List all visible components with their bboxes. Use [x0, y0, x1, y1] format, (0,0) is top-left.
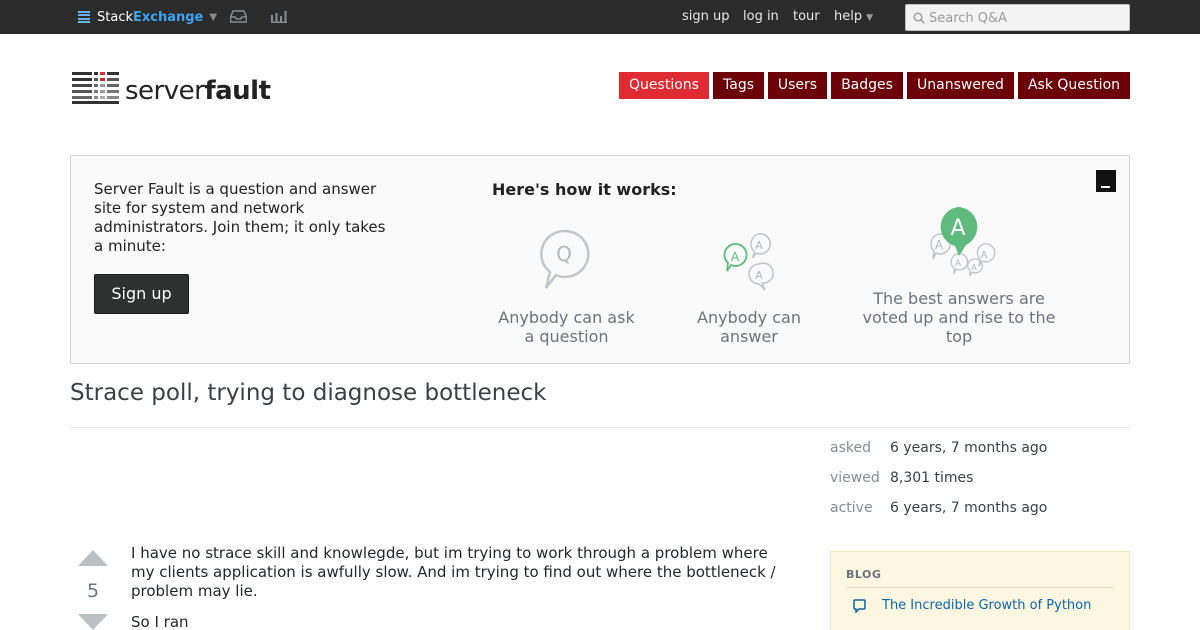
step-ask-caption: Anybody can ask a question — [498, 308, 635, 346]
question-letter: Q — [556, 242, 572, 266]
achievements-icon[interactable] — [271, 10, 287, 23]
search-box — [905, 4, 1130, 31]
voted-up-icon: A A A A A — [930, 207, 996, 277]
blog-divider — [846, 587, 1114, 588]
serverfault-logo-icon — [72, 72, 119, 104]
nav-unanswered[interactable]: Unanswered — [907, 72, 1014, 99]
nav-questions[interactable]: Questions — [619, 72, 709, 99]
chevron-down-icon: ▼ — [866, 13, 874, 23]
svg-text:A: A — [935, 238, 944, 252]
logo-bold-text: fault — [204, 76, 271, 106]
viewed-value: 8,301 times — [890, 470, 974, 486]
asked-value: 6 years, 7 months ago — [890, 440, 1048, 456]
nav-badges[interactable]: Badges — [831, 72, 903, 99]
help-menu[interactable]: help ▼ — [834, 9, 873, 24]
question-body: I have no strace skill and knowlegde, bu… — [131, 544, 791, 630]
answer-bubbles-icon: A A A — [723, 233, 774, 291]
active-label: active — [830, 500, 873, 516]
svg-text:A: A — [731, 250, 740, 264]
question-title[interactable]: Strace poll, trying to diagnose bottlene… — [70, 380, 546, 406]
welcome-box: Server Fault is a question and answer si… — [70, 155, 1130, 364]
blog-link[interactable]: The Incredible Growth of Python — [882, 598, 1091, 613]
nav-users[interactable]: Users — [768, 72, 827, 99]
svg-text:A: A — [755, 269, 763, 282]
svg-text:A: A — [981, 250, 988, 261]
title-divider — [70, 427, 1130, 428]
search-icon — [913, 12, 925, 24]
viewed-label: viewed — [830, 470, 880, 486]
logo-exchange-text: Exchange — [133, 9, 204, 25]
ask-question-icon: Q — [540, 229, 590, 289]
vote-down-icon[interactable] — [78, 614, 108, 630]
signup-link[interactable]: sign up — [682, 9, 730, 24]
serverfault-logo[interactable]: serverfault — [72, 70, 271, 104]
blog-post-icon — [853, 599, 866, 613]
active-value[interactable]: 6 years, 7 months ago — [890, 500, 1047, 516]
vote-up-icon[interactable] — [78, 550, 108, 566]
svg-text:A: A — [755, 239, 763, 252]
nav-ask-question[interactable]: Ask Question — [1018, 72, 1130, 99]
logo-wordmark: serverfault — [125, 78, 271, 104]
logo-stack-text: Stack — [97, 9, 133, 25]
welcome-text: Server Fault is a question and answer si… — [94, 180, 386, 255]
blog-heading: BLOG — [846, 568, 882, 581]
step-voted-caption: The best answers are voted up and rise t… — [862, 289, 1056, 346]
stackexchange-icon — [78, 11, 90, 23]
search-input[interactable] — [929, 9, 1124, 27]
svg-text:A: A — [950, 216, 965, 241]
svg-text:A: A — [971, 263, 977, 272]
svg-text:A: A — [955, 259, 962, 269]
blog-sidebar: BLOG The Incredible Growth of Python — [830, 551, 1130, 630]
signup-button[interactable]: Sign up — [94, 274, 189, 314]
question-paragraph: So I ran — [131, 613, 189, 630]
top-bar: Stack Exchange ▼ sign up log in tour help… — [0, 0, 1200, 34]
chevron-down-icon: ▼ — [209, 11, 218, 23]
asked-label: asked — [830, 440, 871, 456]
close-icon[interactable] — [1096, 170, 1116, 192]
step-answer-caption: Anybody can answer — [697, 308, 801, 346]
vote-count: 5 — [86, 580, 100, 602]
login-link[interactable]: log in — [743, 9, 779, 24]
how-it-works-title: Here's how it works: — [492, 180, 677, 199]
logo-light-text: server — [125, 76, 205, 106]
inbox-icon[interactable] — [230, 10, 247, 23]
stackexchange-logo[interactable]: Stack Exchange ▼ — [78, 8, 217, 26]
nav-tags[interactable]: Tags — [713, 72, 764, 99]
question-paragraph: I have no strace skill and knowlegde, bu… — [131, 544, 776, 600]
tour-link[interactable]: tour — [793, 9, 820, 24]
help-label: help — [834, 9, 863, 24]
